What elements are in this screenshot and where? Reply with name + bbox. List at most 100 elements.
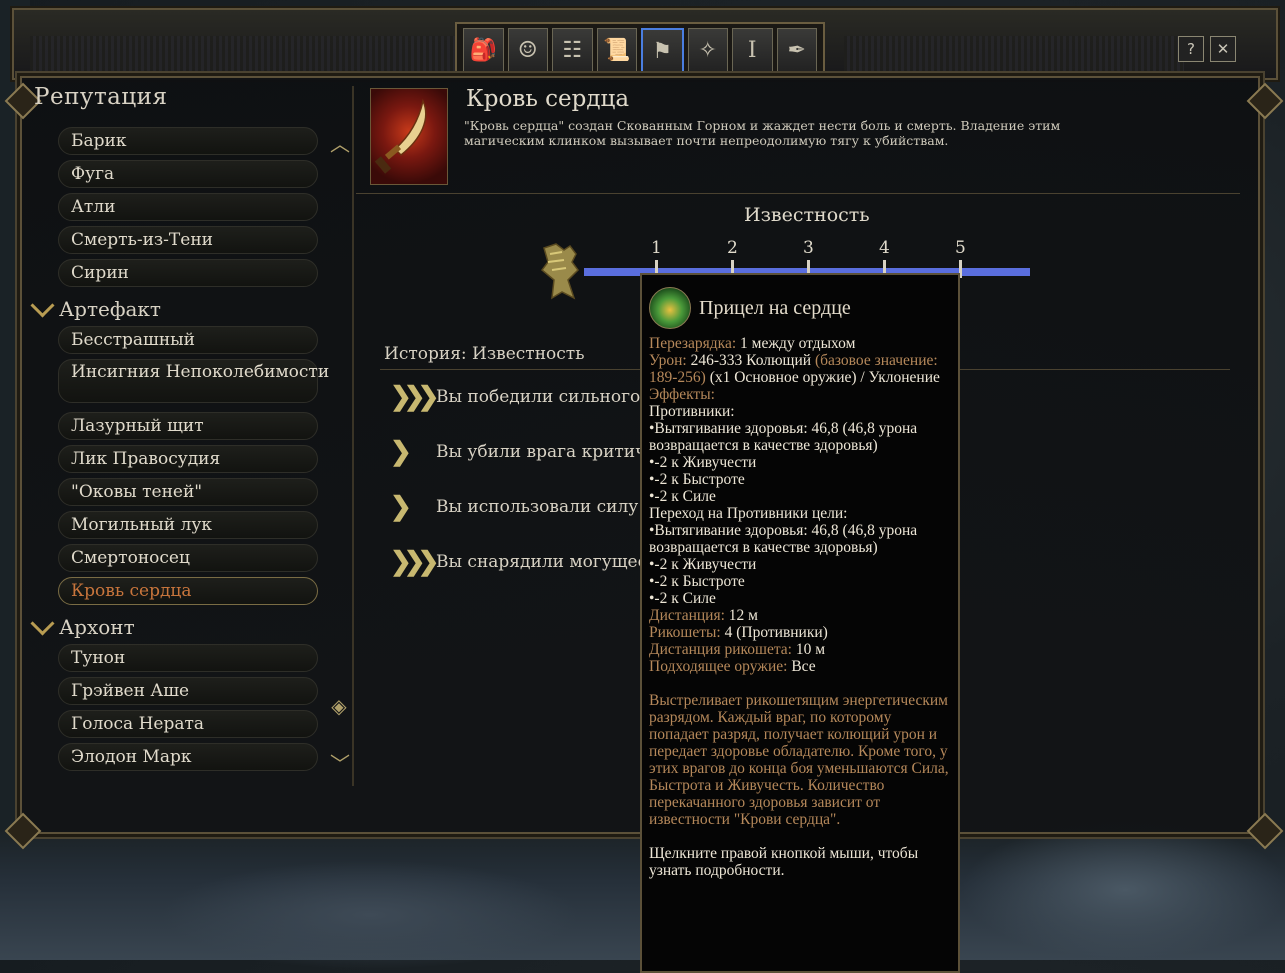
- sidebar-item[interactable]: Могильный лук: [58, 511, 318, 539]
- history-item: ❯ Вы использовали силу: [390, 490, 638, 524]
- sidebar-divider: [352, 86, 354, 786]
- ability-tooltip: Прицел на сердце Перезарядка: 1 между от…: [640, 273, 960, 973]
- top-bar-ornament: [844, 36, 1184, 72]
- history-item: ❯❯❯ Вы победили сильного: [390, 380, 640, 414]
- pillar-icon[interactable]: Ⅰ: [732, 28, 773, 72]
- fame-level-number: 4: [879, 238, 890, 258]
- scroll-thumb-icon[interactable]: ◈: [330, 694, 348, 718]
- range-label: Дистанция:: [649, 607, 725, 624]
- dagger-icon: [374, 98, 427, 174]
- triple-chevron-icon: ❯❯❯: [390, 547, 439, 577]
- history-item: ❯ Вы убили врага критиче: [390, 435, 656, 469]
- sidebar-item[interactable]: Атли: [58, 193, 318, 221]
- tooltip-flavor-text: Выстреливает рикошетящим энергетическим …: [649, 692, 949, 828]
- effect-line: •-2 к Живучести: [649, 454, 757, 471]
- single-chevron-icon: ❯: [390, 437, 412, 467]
- sidebar-item[interactable]: Элодон Марк: [58, 743, 318, 771]
- single-chevron-icon: ❯: [390, 492, 412, 522]
- effect-line: •-2 к Быстроте: [649, 471, 745, 488]
- sidebar-item[interactable]: Лик Правосудия: [58, 445, 318, 473]
- history-title: История: Известность: [384, 344, 585, 364]
- fame-level-number: 3: [803, 238, 814, 258]
- effect-line: •-2 к Живучести: [649, 556, 757, 573]
- fame-level-number: 1: [651, 238, 662, 258]
- sidebar-item[interactable]: Сирин: [58, 259, 318, 287]
- sidebar-item[interactable]: Смерть-из-Тени: [58, 226, 318, 254]
- party-tree-icon[interactable]: ☷: [552, 28, 593, 72]
- journal-scroll-icon[interactable]: 📜: [596, 28, 637, 72]
- damage-value: 246-333 Колющий: [690, 352, 812, 369]
- sidebar-item[interactable]: Барик: [58, 127, 318, 155]
- triple-chevron-icon: ❯❯❯: [390, 382, 439, 412]
- effect-line: •-2 к Силе: [649, 488, 716, 505]
- artifact-portrait: [370, 88, 448, 185]
- enemies-label: Противники:: [649, 403, 735, 420]
- transfer-label: Переход на Противники цели:: [649, 505, 848, 522]
- bounces-value: 4 (Противники): [724, 624, 828, 641]
- chevron-down-icon: [30, 610, 55, 636]
- sidebar-item[interactable]: Смертоносец: [58, 544, 318, 572]
- artifact-title: Кровь сердца: [466, 86, 630, 112]
- fame-level-number: 5: [955, 238, 966, 258]
- sidebar-item[interactable]: Кровь сердца: [58, 577, 318, 605]
- gauntlet-icon: [534, 240, 582, 302]
- effects-list: •Вытягивание здоровья: 46,8 (46,8 урона …: [649, 420, 951, 505]
- tooltip-body: Перезарядка: 1 между отдыхом Урон: 246-3…: [649, 335, 951, 879]
- effect-line: •Вытягивание здоровья: 46,8 (46,8 урона …: [649, 522, 918, 556]
- section-divider: [356, 193, 1240, 194]
- weapon-label: Подходящее оружие:: [649, 658, 788, 675]
- bounce-range-value: 10 м: [795, 641, 826, 658]
- weapon-value: Все: [791, 658, 816, 675]
- history-item-text: Вы использовали силу: [436, 497, 639, 517]
- recharge-label: Перезарядка:: [649, 335, 737, 352]
- sidebar-item[interactable]: Фуга: [58, 160, 318, 188]
- effect-line: •-2 к Силе: [649, 590, 716, 607]
- sidebar-item[interactable]: Тунон: [58, 644, 318, 672]
- recharge-value: 1 между отдыхом: [740, 335, 856, 352]
- sidebar-item[interactable]: Грэйвен Аше: [58, 677, 318, 705]
- history-item-text: Вы убили врага критиче: [436, 442, 657, 462]
- close-button[interactable]: ✕: [1210, 36, 1236, 62]
- damage-label: Урон:: [649, 352, 687, 369]
- background-cloud: [960, 820, 1285, 960]
- scroll-up-icon[interactable]: ︿: [330, 128, 350, 156]
- fame-level-number: 2: [727, 238, 738, 258]
- history-item-text: Вы снарядили могущес: [436, 552, 648, 572]
- sidebar-item[interactable]: Бесстрашный: [58, 326, 318, 354]
- bounces-label: Рикошеты:: [649, 624, 721, 641]
- artifact-description: "Кровь сердца" создан Скованным Горном и…: [464, 118, 1061, 148]
- history-item: ❯❯❯ Вы снарядили могущес: [390, 545, 647, 579]
- sidebar-title: Репутация: [34, 84, 168, 110]
- heart-target-icon: [649, 287, 691, 329]
- scroll-down-icon[interactable]: ﹀: [330, 748, 350, 776]
- effect-line: •Вытягивание здоровья: 46,8 (46,8 урона …: [649, 420, 918, 454]
- sidebar-category-label: Артефакт: [59, 297, 161, 321]
- sidebar-category[interactable]: Артефакт: [30, 292, 161, 321]
- effects-label: Эффекты:: [649, 386, 715, 403]
- damage-extra: (x1 Основное оружие) / Уклонение: [709, 369, 940, 386]
- tooltip-hint: Щелкните правой кнопкой мыши, чтобы узна…: [649, 845, 919, 879]
- sidebar-item[interactable]: Голоса Нерата: [58, 710, 318, 738]
- chevron-down-icon: [30, 292, 55, 318]
- backpack-icon[interactable]: 🎒: [463, 28, 504, 72]
- sidebar-item[interactable]: Лазурный щит: [58, 412, 318, 440]
- effect-line: •-2 к Быстроте: [649, 573, 745, 590]
- range-value: 12 м: [728, 607, 758, 624]
- sidebar-category[interactable]: Архонт: [30, 610, 135, 639]
- background-cloud: [160, 860, 580, 970]
- top-bar-ornament: [30, 36, 460, 72]
- history-item-text: Вы победили сильного: [436, 387, 641, 407]
- fame-title: Известность: [744, 204, 870, 226]
- sidebar-category-label: Архонт: [59, 615, 135, 639]
- compass-star-icon[interactable]: ✧: [687, 28, 728, 72]
- sidebar-item[interactable]: Инсигния Непоколебимости: [58, 359, 329, 403]
- reputation-banner-icon[interactable]: ⚑: [641, 28, 684, 74]
- window-tab-bar: 🎒 ☺ ☷ 📜 ⚑ ✧ Ⅰ ✒: [455, 22, 825, 74]
- quill-icon[interactable]: ✒: [776, 28, 817, 72]
- sidebar-item[interactable]: "Оковы теней": [58, 478, 318, 506]
- character-icon[interactable]: ☺: [507, 28, 548, 72]
- bounce-range-label: Дистанция рикошета:: [649, 641, 792, 658]
- effects-list: •Вытягивание здоровья: 46,8 (46,8 урона …: [649, 522, 951, 607]
- tooltip-title: Прицел на сердце: [699, 296, 851, 319]
- help-button[interactable]: ?: [1178, 36, 1204, 62]
